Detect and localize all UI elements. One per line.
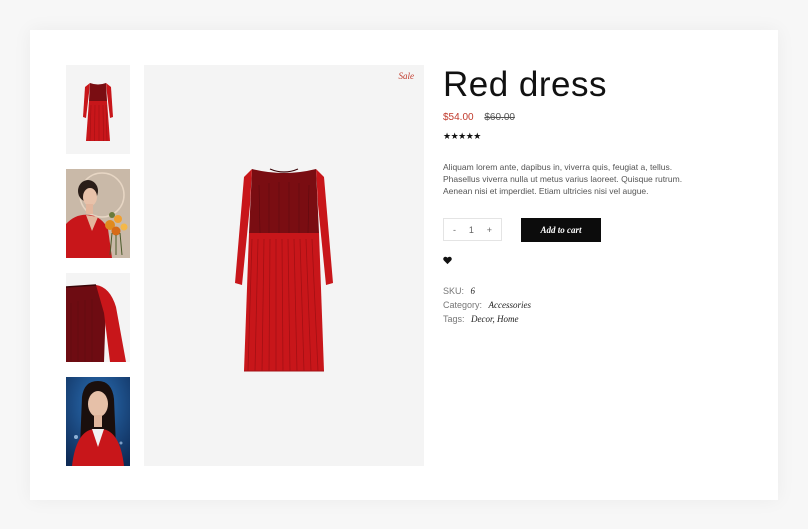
category-label: Category: bbox=[443, 300, 483, 310]
thumbnail-dress-front[interactable] bbox=[66, 65, 130, 154]
product-title: Red dress bbox=[443, 65, 608, 104]
thumbnail-sleeve-detail[interactable] bbox=[66, 273, 130, 362]
sku-label: SKU: bbox=[443, 286, 465, 296]
product-description: Aliquam lorem ante, dapibus in, viverra … bbox=[443, 162, 683, 196]
category-row: Category: Accessories bbox=[443, 300, 531, 310]
quantity-decrease-button[interactable]: - bbox=[453, 225, 456, 235]
tag-link-decor[interactable]: Decor bbox=[471, 314, 493, 324]
tags-label: Tags: bbox=[443, 314, 465, 324]
rating-stars: ★★★★★ bbox=[443, 131, 481, 141]
thumbnail-model-flowers[interactable] bbox=[66, 169, 130, 258]
model-portrait-image bbox=[66, 377, 130, 466]
sleeve-detail-image bbox=[66, 273, 130, 362]
sale-badge: Sale bbox=[398, 71, 415, 81]
dress-front-image bbox=[66, 65, 130, 154]
tag-link-home[interactable]: Home bbox=[497, 314, 519, 324]
price-block: $54.00 $60.00 bbox=[443, 112, 515, 123]
product-card: Sale Red dress $54.00 $60.00 ★★★★★ Aliqu… bbox=[30, 30, 778, 500]
price-current: $54.00 bbox=[443, 112, 474, 123]
model-flowers-image bbox=[66, 169, 130, 258]
main-product-image[interactable]: Sale bbox=[144, 65, 424, 466]
red-dress-image bbox=[235, 168, 333, 372]
thumbnail-model-portrait[interactable] bbox=[66, 377, 130, 466]
heart-icon[interactable] bbox=[443, 256, 452, 265]
tags-row: Tags: Decor, Home bbox=[443, 314, 519, 324]
quantity-value[interactable]: 1 bbox=[469, 225, 474, 235]
category-link[interactable]: Accessories bbox=[489, 300, 532, 310]
sku-row: SKU: 6 bbox=[443, 286, 475, 296]
quantity-stepper: - 1 + bbox=[443, 218, 502, 241]
add-to-cart-button[interactable]: Add to cart bbox=[521, 218, 601, 242]
quantity-increase-button[interactable]: + bbox=[487, 225, 492, 235]
price-original: $60.00 bbox=[484, 112, 515, 123]
sku-value: 6 bbox=[470, 286, 476, 296]
